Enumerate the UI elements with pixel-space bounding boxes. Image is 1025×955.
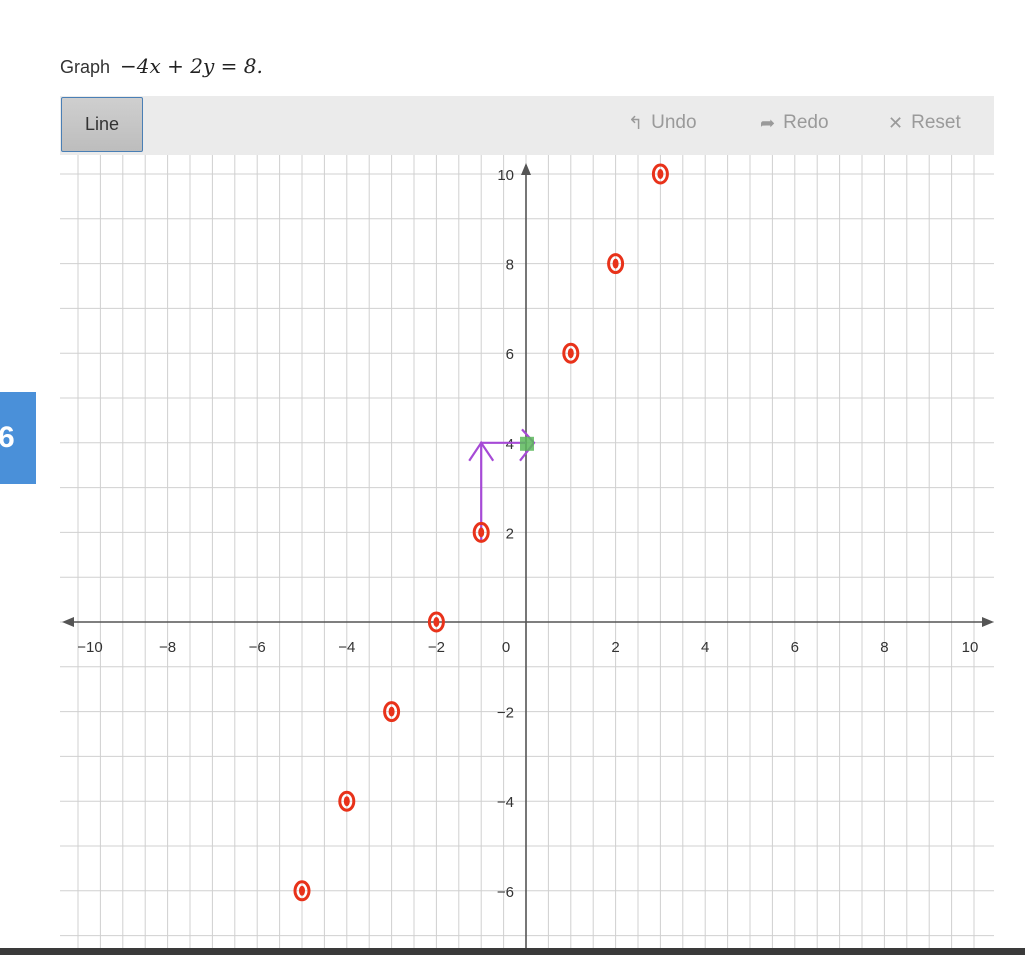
- handwritten-point-fill: [433, 617, 440, 627]
- y-tick-label: 2: [506, 525, 514, 542]
- handwritten-point-fill: [657, 169, 664, 179]
- x-tick-label: −10: [77, 639, 102, 656]
- x-tick-label: −8: [159, 639, 176, 656]
- reset-button[interactable]: ✕ Reset: [888, 112, 961, 134]
- redo-label: Redo: [783, 112, 829, 133]
- prompt-label: Graph: [60, 57, 111, 77]
- handwritten-point-fill: [343, 796, 350, 807]
- undo-label: Undo: [651, 112, 697, 133]
- handwritten-point-fill: [388, 706, 395, 717]
- redo-button[interactable]: ➦ Redo: [760, 112, 829, 134]
- equation: −4x + 2y = 8.: [120, 54, 263, 78]
- x-tick-label: 10: [962, 639, 979, 656]
- y-tick-label: −4: [497, 794, 514, 811]
- undo-arrow-icon: ↰: [628, 112, 644, 133]
- handwritten-point-fill: [478, 527, 485, 538]
- y-tick-label: −6: [497, 884, 514, 901]
- y-tick-label: 10: [497, 167, 514, 184]
- y-tick-label: 6: [506, 346, 514, 363]
- redo-arrow-icon: ➦: [760, 112, 776, 133]
- close-x-icon: ✕: [888, 112, 904, 133]
- y-axis-arrow-up: [521, 163, 531, 175]
- y-tick-label: 8: [506, 257, 514, 274]
- x-tick-label: 4: [701, 639, 709, 656]
- x-tick-label: 2: [611, 639, 619, 656]
- x-tick-label: −6: [249, 639, 266, 656]
- x-tick-label: 0: [502, 639, 510, 656]
- line-tool-button[interactable]: Line: [61, 97, 143, 152]
- x-tick-label: 8: [880, 639, 888, 656]
- bottom-bar: [0, 948, 1025, 955]
- axes: [62, 163, 994, 948]
- handwritten-point-fill: [612, 258, 619, 269]
- coordinate-plane[interactable]: −10 −8 −6 −4 −2 0 2 4 6 8 10 10 8 6 4 2 −2 −4 −6: [0, 155, 1025, 948]
- question-prompt: Graph −4x + 2y = 8.: [60, 54, 263, 78]
- graph-toolbar: Line ↰ Undo ➦ Redo ✕ Reset: [60, 96, 994, 155]
- undo-button[interactable]: ↰ Undo: [628, 112, 697, 134]
- x-axis-arrow-right: [982, 617, 994, 627]
- y-tick-label: −2: [497, 705, 514, 722]
- y-tick-label: 4: [506, 436, 514, 453]
- x-tick-label: −2: [428, 639, 445, 656]
- handwritten-point-fill: [567, 348, 574, 359]
- grid-lines: [60, 155, 994, 948]
- handwritten-point-fill: [299, 885, 305, 896]
- reset-label: Reset: [911, 112, 961, 133]
- x-tick-label: 6: [791, 639, 799, 656]
- plotted-point: [520, 436, 534, 451]
- x-axis-arrow-left: [62, 617, 74, 627]
- x-tick-label: −4: [338, 639, 355, 656]
